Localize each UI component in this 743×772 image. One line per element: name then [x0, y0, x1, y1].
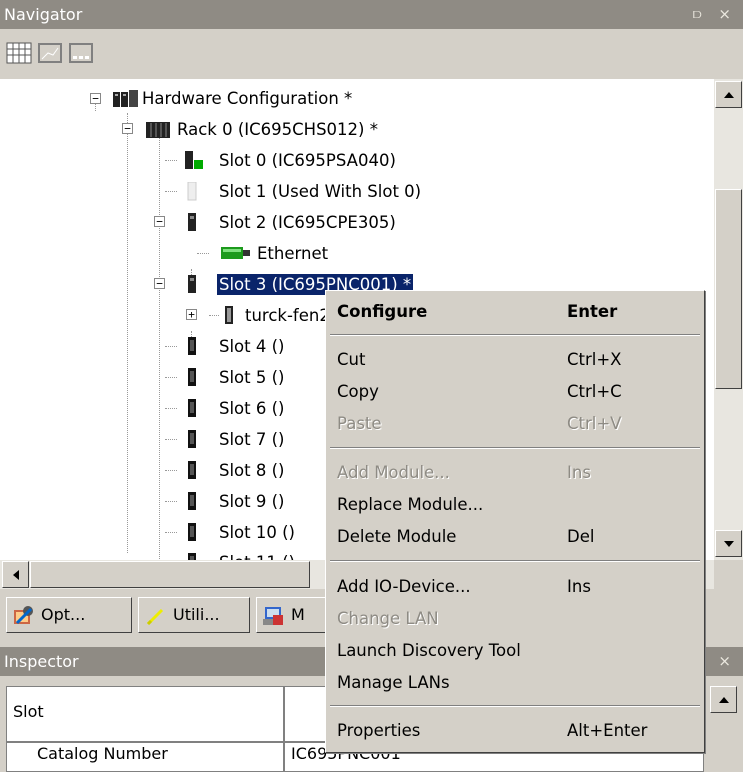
menu-item-paste: Paste Ctrl+V: [337, 414, 622, 433]
expand-turck[interactable]: +: [186, 309, 197, 320]
navigator-title-bar: Navigator ⫐ ×: [0, 0, 743, 29]
slot-icon: [187, 399, 199, 423]
hardware-config-icon: [113, 89, 139, 113]
tree-item-slot-9[interactable]: Slot 9 (): [217, 486, 286, 517]
menu-item-copy[interactable]: Copy Ctrl+C: [329, 375, 701, 408]
chart-view-icon[interactable]: [37, 41, 63, 65]
options-icon: [13, 605, 35, 639]
collapse-slot-3[interactable]: −: [154, 278, 165, 289]
scroll-thumb[interactable]: [715, 189, 742, 389]
scroll-left-button[interactable]: [2, 561, 29, 588]
menu-item-cut[interactable]: Cut Ctrl+X: [329, 343, 701, 376]
menu-item-replace-module[interactable]: Replace Module...: [329, 488, 701, 521]
tree-item-rack-0[interactable]: Rack 0 (IC695CHS012) *: [175, 114, 380, 145]
manager-icon: [263, 605, 285, 639]
navigator-toolbar: [0, 29, 743, 79]
inspector-title: Inspector: [4, 652, 79, 671]
slot-icon: [187, 368, 199, 392]
menu-item-launch-discovery-tool[interactable]: Launch Discovery Tool: [329, 634, 701, 667]
tree-item-slot-6[interactable]: Slot 6 (): [217, 393, 286, 424]
inspector-scroll-up-button[interactable]: [710, 686, 737, 713]
menu-item-delete-module[interactable]: Delete Module Del: [329, 520, 701, 553]
tree-item-slot-5[interactable]: Slot 5 (): [217, 362, 286, 393]
tab-options[interactable]: Opt...: [6, 597, 132, 633]
menu-item-add-module: Add Module... Ins: [337, 463, 591, 482]
inspector-row-slot-label[interactable]: Slot: [6, 686, 284, 742]
navigator-pin-close-icons[interactable]: ⫐ ×: [693, 0, 737, 29]
menu-item-change-lan: Change LAN: [337, 609, 439, 628]
slot-icon: [187, 430, 199, 454]
cpu-module-icon: [187, 213, 199, 237]
tree-item-slot-11[interactable]: Slot 11 (): [217, 547, 297, 560]
context-menu: Configure Enter Cut Ctrl+X Copy Ctrl+C Past…: [325, 290, 705, 753]
menu-separator: [330, 447, 700, 449]
slot-icon: [187, 553, 199, 560]
menu-separator: [330, 560, 700, 562]
menu-separator: [330, 334, 700, 336]
tree-item-slot-10[interactable]: Slot 10 (): [217, 517, 297, 548]
collapse-slot-2[interactable]: −: [154, 216, 165, 227]
empty-slot-icon: [187, 181, 199, 206]
scroll-up-button[interactable]: [715, 81, 742, 108]
slot-icon: [187, 461, 199, 485]
navigator-title: Navigator: [4, 5, 83, 24]
menu-item-configure[interactable]: Configure Enter: [329, 295, 701, 328]
slot-icon: [187, 337, 199, 361]
tree-vertical-scrollbar[interactable]: [714, 79, 743, 560]
hscroll-thumb[interactable]: [30, 561, 310, 588]
tree-item-slot-8[interactable]: Slot 8 (): [217, 455, 286, 486]
tree-item-slot-1[interactable]: Slot 1 (Used With Slot 0): [217, 176, 423, 207]
tree-item-slot-7[interactable]: Slot 7 (): [217, 424, 286, 455]
utilities-icon: [145, 605, 167, 639]
tree-item-hardware-config[interactable]: Hardware Configuration *: [140, 83, 354, 114]
grid-view-icon[interactable]: [6, 41, 32, 65]
scroll-down-button[interactable]: [715, 530, 742, 557]
tree-item-slot-0[interactable]: Slot 0 (IC695PSA040): [217, 145, 398, 176]
list-view-icon[interactable]: [68, 41, 94, 65]
inspector-row-catalog-label[interactable]: Catalog Number: [6, 742, 284, 772]
menu-item-manage-lans[interactable]: Manage LANs: [329, 666, 701, 699]
menu-separator: [330, 705, 700, 707]
power-supply-icon: [185, 151, 207, 175]
ethernet-icon: [221, 245, 251, 265]
collapse-rack-0[interactable]: −: [122, 123, 133, 134]
rack-icon: [146, 121, 170, 143]
menu-item-add-io-device[interactable]: Add IO-Device... Ins: [329, 570, 701, 603]
menu-item-properties[interactable]: Properties Alt+Enter: [329, 714, 701, 747]
slot-icon: [187, 523, 199, 547]
tree-item-turck[interactable]: turck-fen20: [243, 300, 325, 331]
tree-item-slot-2[interactable]: Slot 2 (IC695CPE305): [217, 207, 398, 238]
tab-utilities[interactable]: Utili...: [138, 597, 250, 633]
collapse-hardware-config[interactable]: −: [90, 93, 101, 104]
tree-item-ethernet[interactable]: Ethernet: [255, 238, 330, 269]
tree-item-slot-4[interactable]: Slot 4 (): [217, 331, 286, 362]
io-device-icon: [224, 306, 236, 330]
slot-icon: [187, 492, 199, 516]
pnc-module-icon: [187, 275, 199, 299]
